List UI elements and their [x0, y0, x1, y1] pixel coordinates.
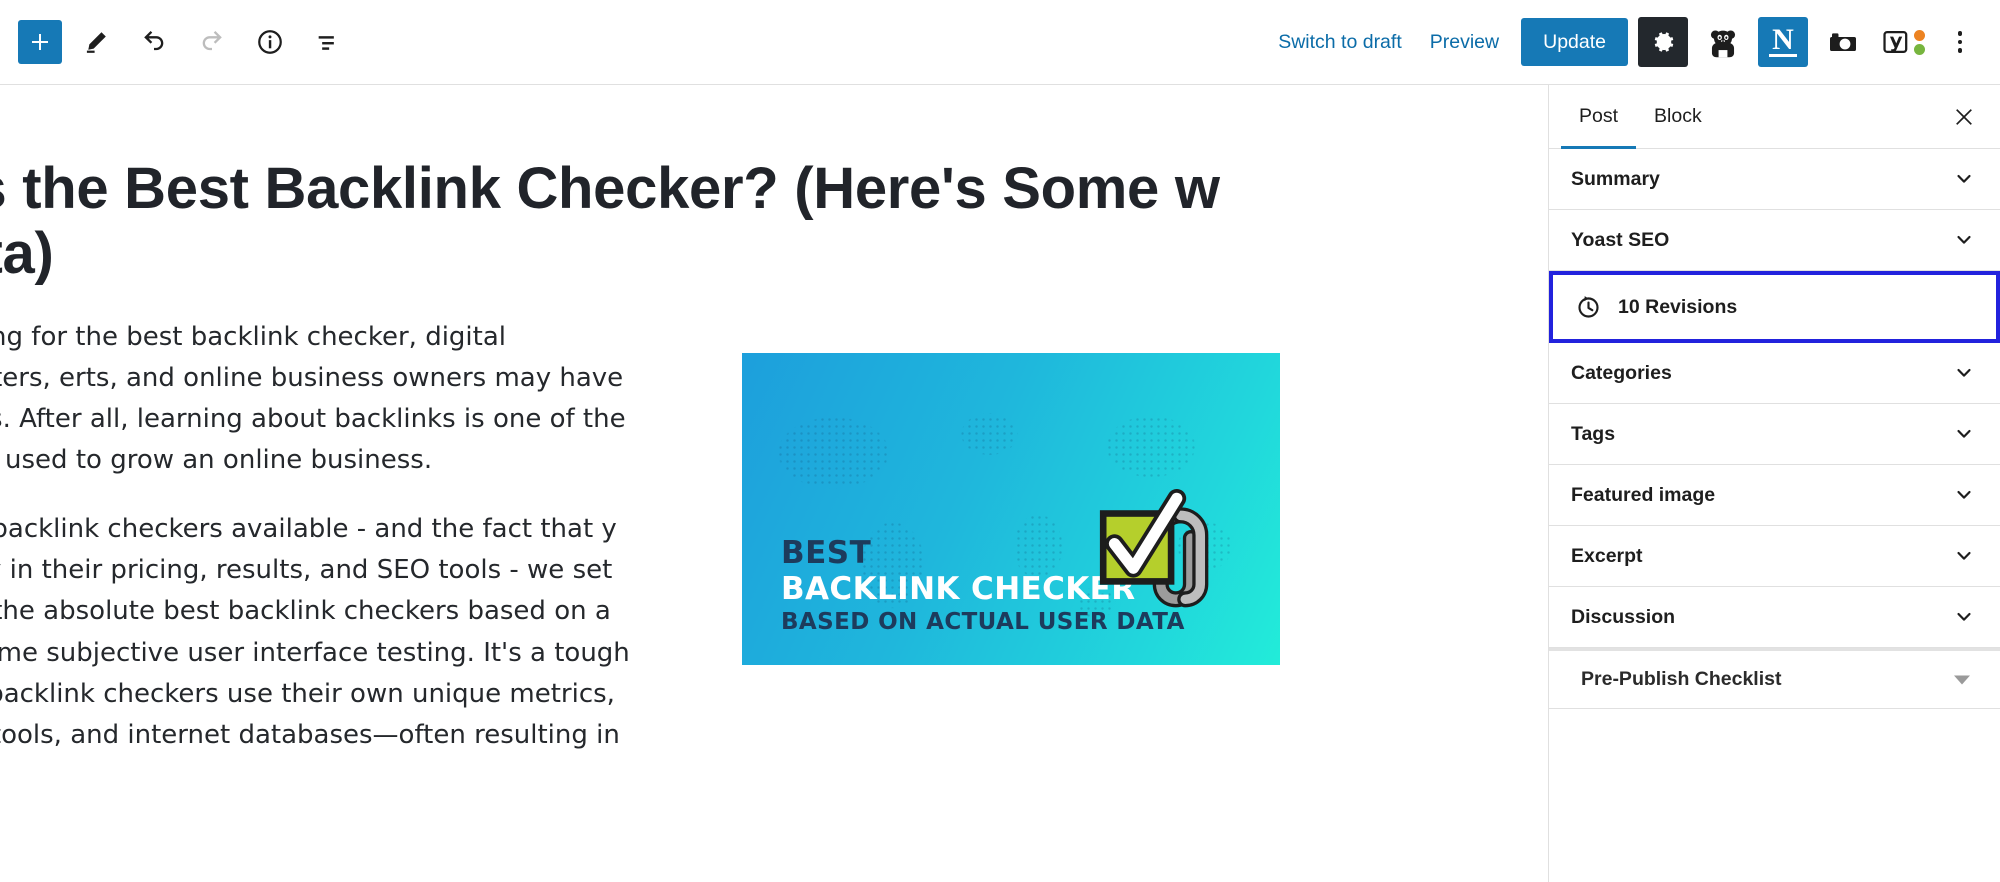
screenshot-plugin-button[interactable] — [1818, 17, 1868, 67]
panel-label: Summary — [1571, 167, 1660, 190]
panel-label: Tags — [1571, 422, 1616, 445]
add-block-button[interactable] — [18, 20, 62, 64]
undo-button[interactable] — [130, 18, 178, 66]
edit-tool-button[interactable] — [72, 18, 120, 66]
preview-button[interactable]: Preview — [1416, 21, 1513, 64]
details-button[interactable] — [246, 18, 294, 66]
sidebar-panel-pre-publish-checklist[interactable]: Pre-Publish Checklist — [1549, 648, 2000, 709]
panel-label: Featured image — [1571, 483, 1716, 506]
chevron-down-icon — [1957, 368, 1971, 377]
panel-label: Categories — [1571, 361, 1672, 384]
redo-button[interactable] — [188, 18, 236, 66]
kebab-menu-icon — [1957, 31, 1963, 53]
plus-icon — [32, 34, 48, 50]
pencil-icon — [86, 32, 106, 53]
yoast-seo-button[interactable] — [1878, 17, 1928, 67]
yoast-y-glyph — [1882, 31, 1907, 53]
switch-to-draft-button[interactable]: Switch to draft — [1264, 21, 1416, 64]
sidebar-panel-featured-image[interactable]: Featured image — [1549, 465, 2000, 526]
panel-label: Excerpt — [1571, 544, 1643, 567]
panel-label: Pre-Publish Checklist — [1581, 668, 1782, 690]
sidebar-panel-tags[interactable]: Tags — [1549, 404, 2000, 465]
list-view-button[interactable] — [304, 18, 352, 66]
green-checkbox-icon — [1099, 489, 1187, 585]
sidebar-panel-summary[interactable]: Summary — [1549, 149, 2000, 210]
chevron-down-icon — [1957, 235, 1971, 244]
sidebar-panel-categories[interactable]: Categories — [1549, 343, 2000, 404]
editor-canvas[interactable]: at's the Best Backlink Checker? (Here's … — [0, 85, 1548, 882]
sidebar-tab-bar: Post Block — [1549, 85, 2000, 149]
tab-post[interactable]: Post — [1561, 85, 1637, 149]
post-title[interactable]: at's the Best Backlink Checker? (Here's … — [0, 156, 1230, 287]
chevron-down-icon — [1957, 551, 1971, 560]
letter-n-icon: N — [1772, 23, 1794, 56]
sidebar-panel-excerpt[interactable]: Excerpt — [1549, 526, 2000, 587]
gear-icon — [1654, 32, 1674, 52]
yoast-y-icon — [1882, 27, 1925, 57]
chevron-down-icon — [1957, 429, 1971, 438]
panel-label: Yoast SEO — [1571, 228, 1670, 251]
update-button[interactable]: Update — [1521, 18, 1628, 66]
featured-image-block[interactable]: BEST BACKLINK CHECKER BASED ON ACTUAL US… — [742, 353, 1280, 665]
revision-history-icon — [1578, 295, 1599, 318]
yoast-status-dots — [1913, 29, 1925, 55]
paragraph-block[interactable]: many backlink checkers available - and t… — [0, 509, 630, 755]
redo-arrow-icon — [202, 31, 222, 51]
tab-block[interactable]: Block — [1636, 85, 1720, 148]
close-sidebar-button[interactable] — [1942, 95, 1986, 139]
info-circle-icon — [258, 30, 282, 54]
revisions-row: 10 Revisions — [1575, 294, 1737, 321]
options-menu-button[interactable] — [1936, 18, 1984, 66]
sidebar-panel-revisions[interactable]: 10 Revisions — [1549, 271, 2000, 343]
triangle-down-icon — [1954, 675, 1970, 684]
nitropack-plugin-button[interactable]: N — [1758, 17, 1808, 67]
undo-arrow-icon — [144, 31, 164, 51]
top-bar-right-actions: Switch to draft Preview Update N — [1264, 17, 2000, 67]
post-settings-sidebar: Post Block Summary Yoast SEO 10 Revision… — [1548, 85, 2000, 882]
panda-icon — [1710, 30, 1736, 58]
yoast-green-dot — [1913, 43, 1925, 55]
close-icon — [1956, 108, 1972, 125]
settings-button[interactable] — [1638, 17, 1688, 67]
editor-top-bar: Switch to draft Preview Update N — [0, 0, 2000, 85]
checkbox-paperclip-icon — [1099, 489, 1209, 608]
panel-label: Discussion — [1571, 605, 1676, 628]
panda-plugin-button[interactable] — [1698, 17, 1748, 67]
letter-n-underline — [1769, 54, 1797, 57]
chevron-down-icon — [1957, 490, 1971, 499]
sidebar-panel-discussion[interactable]: Discussion — [1549, 587, 2000, 648]
chevron-down-icon — [1957, 174, 1971, 183]
post-content[interactable]: earching for the best backlink checker, … — [0, 317, 630, 784]
revisions-label: 10 Revisions — [1618, 295, 1738, 318]
top-bar-left-tools — [0, 18, 352, 66]
chevron-down-icon — [1957, 612, 1971, 621]
yoast-orange-dot — [1913, 29, 1925, 41]
sidebar-panel-yoast-seo[interactable]: Yoast SEO — [1549, 210, 2000, 271]
camera-icon — [1830, 33, 1856, 51]
paragraph-block[interactable]: earching for the best backlink checker, … — [0, 317, 630, 481]
list-view-icon — [318, 36, 334, 50]
